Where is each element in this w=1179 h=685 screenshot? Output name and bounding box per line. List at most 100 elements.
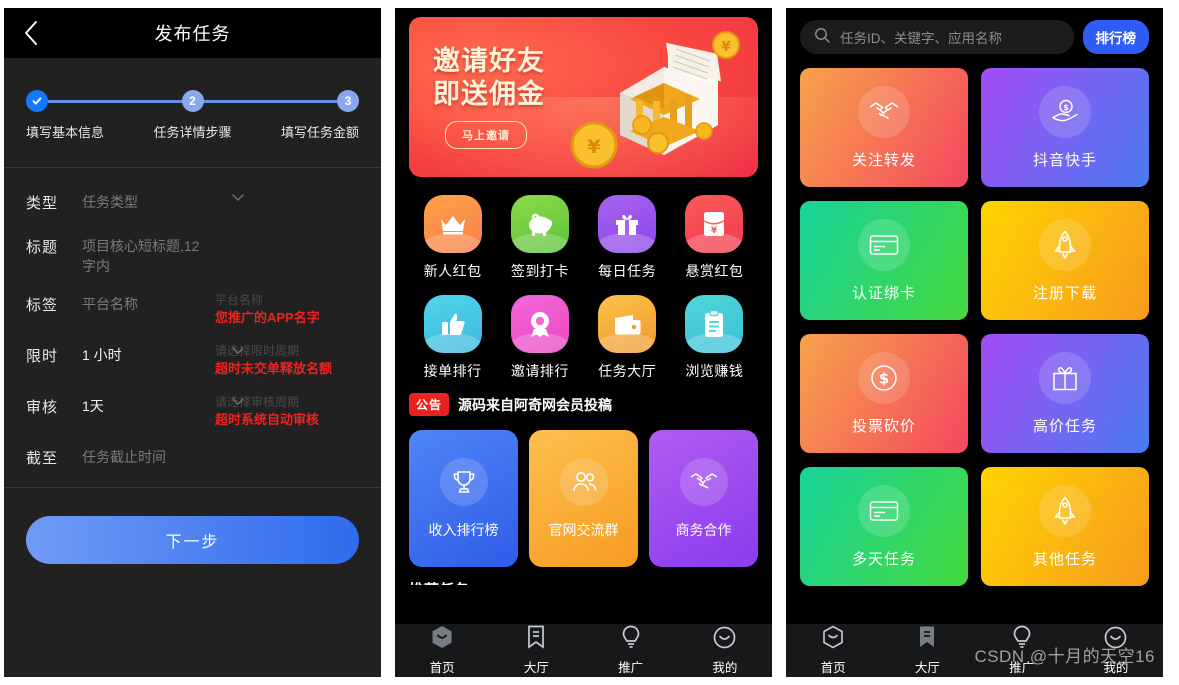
quick-entry-order-rank[interactable]: 接单排行 (409, 295, 496, 381)
tab-mine[interactable]: 我的 (1069, 626, 1163, 676)
tab-mine[interactable]: 我的 (678, 626, 772, 676)
quick-entry-label: 每日任务 (598, 263, 657, 279)
task-card-multi-day[interactable]: 多天任务 (800, 467, 968, 586)
banner-headline: 邀请好友 即送佣金 (433, 45, 545, 111)
quick-entry-bounty-red-packet[interactable]: ¥ 悬赏红包 (671, 195, 758, 281)
tab-label: 我的 (1103, 660, 1129, 675)
page-title: 发布任务 (154, 24, 231, 44)
field-label-type: 类型 (26, 195, 59, 212)
home-hex-icon (431, 625, 453, 654)
form-row-limit[interactable]: 限时 1 小时 请选择限时周期 超时未交单释放名额 (4, 331, 381, 382)
piggy-bank-icon (510, 195, 569, 253)
tab-label: 大厅 (914, 661, 940, 675)
announcement-bar[interactable]: 公告 源码来自阿奇网会员投稿 (395, 387, 772, 418)
hint-red-limit: 超时未交单释放名额 (215, 361, 333, 376)
rank-button[interactable]: 排行榜 (1082, 20, 1149, 54)
announcement-text: 源码来自阿奇网会员投稿 (458, 396, 613, 413)
task-card-label: 抖音快手 (1032, 151, 1097, 169)
step-dot-3[interactable]: 3 (337, 90, 359, 112)
task-hall-screen: 任务ID、关键字、应用名称 排行榜 关注转发 $ 抖音快手 认证绑卡 注册下载 … (786, 8, 1163, 677)
search-icon (814, 27, 830, 48)
task-card-follow-repost[interactable]: 关注转发 (800, 68, 968, 187)
svg-text:¥: ¥ (721, 40, 730, 55)
promo-card-label: 商务合作 (675, 521, 732, 538)
task-card-label: 其他任务 (1032, 550, 1097, 568)
step-dot-2[interactable]: 2 (181, 90, 204, 112)
bookmark-icon (526, 625, 546, 654)
form-row-deadline[interactable]: 截至 任务截止时间 (4, 433, 381, 477)
hint-red-review: 超时系统自动审核 (215, 412, 320, 427)
handshake-icon (679, 457, 728, 506)
task-card-other[interactable]: 其他任务 (981, 467, 1149, 586)
search-input[interactable]: 任务ID、关键字、应用名称 (800, 20, 1074, 54)
field-value-review: 1天 (82, 398, 104, 414)
quick-entry-new-red-packet[interactable]: 新人红包 (409, 195, 496, 281)
smiley-icon (1104, 626, 1127, 654)
field-value-tag[interactable]: 平台名称 (82, 296, 138, 312)
tab-label: 首页 (429, 661, 455, 675)
tab-label: 推广 (618, 661, 644, 675)
task-card-vote-bargain[interactable]: $ 投票砍价 (800, 334, 968, 453)
quick-entry-task-hall[interactable]: 任务大厅 (584, 295, 671, 381)
hint-gray-tag: 平台名称 (215, 293, 264, 307)
quick-entry-daily-task[interactable]: 每日任务 (584, 195, 671, 281)
promo-card-official-group[interactable]: 官网交流群 (529, 430, 638, 567)
form-row-review[interactable]: 审核 1天 请选择审核周期 超时系统自动审核 (4, 382, 381, 433)
field-hints-tag: 平台名称 您推广的APP名字 (211, 292, 359, 327)
tab-home[interactable]: 首页 (395, 625, 489, 676)
step-dot-1[interactable] (26, 90, 48, 112)
handshake-icon (858, 85, 910, 138)
tab-promote[interactable]: 推广 (975, 625, 1069, 676)
banner-cta-button[interactable]: 马上邀请 (445, 121, 527, 149)
task-card-label: 高价任务 (1032, 417, 1097, 435)
tab-promote[interactable]: 推广 (584, 625, 678, 676)
task-card-douyin-kuaishou[interactable]: $ 抖音快手 (981, 68, 1149, 187)
promo-card-label: 官网交流群 (548, 521, 619, 538)
task-card-verify-bind-card[interactable]: 认证绑卡 (800, 201, 968, 320)
promo-card-label: 收入排行榜 (428, 521, 499, 538)
form-row-tag[interactable]: 标签 平台名称 平台名称 您推广的APP名字 (4, 280, 381, 331)
publish-task-screen: 发布任务 2 3 填写基本信息 任务详情步骤 填写任务金额 类型 任务类型 标题… (4, 8, 381, 677)
field-value-deadline[interactable]: 任务截止时间 (82, 449, 166, 465)
smiley-icon (713, 626, 736, 654)
step-label-3: 填写任务金额 (280, 125, 359, 140)
invite-banner[interactable]: 邀请好友 即送佣金 马上邀请 ¥ ¥ (409, 17, 758, 177)
quick-entry-grid: 新人红包 签到打卡 每日任务 ¥ 悬赏红包 接单排行 邀请排行 任务大厅 浏览赚… (395, 177, 772, 387)
home-screen: 邀请好友 即送佣金 马上邀请 ¥ ¥ 新人红包 签到打卡 每日任务 ¥ 悬赏红包… (395, 8, 772, 677)
task-card-register-download[interactable]: 注册下载 (981, 201, 1149, 320)
chevron-down-icon[interactable] (232, 398, 244, 405)
quick-entry-browse-earn[interactable]: 浏览赚钱 (671, 295, 758, 381)
quick-entry-label: 新人红包 (423, 263, 482, 279)
hall-tabbar: 首页 大厅 推广 我的 (786, 623, 1163, 677)
task-card-label: 认证绑卡 (851, 284, 916, 302)
chevron-down-icon[interactable] (232, 194, 244, 201)
rocket-icon (1039, 484, 1091, 537)
form-row-type[interactable]: 类型 任务类型 (4, 178, 381, 222)
svg-text:$: $ (879, 369, 889, 387)
task-card-high-price[interactable]: 高价任务 (981, 334, 1149, 453)
field-value-limit: 1 小时 (82, 347, 122, 363)
task-card-label: 投票砍价 (851, 417, 916, 435)
clipboard-icon (685, 295, 744, 353)
screenshot-stage: 发布任务 2 3 填写基本信息 任务详情步骤 填写任务金额 类型 任务类型 标题… (0, 0, 1179, 685)
dollar-coin-icon: $ (858, 351, 910, 404)
tab-home[interactable]: 首页 (786, 625, 880, 676)
quick-entry-invite-rank[interactable]: 邀请排行 (496, 295, 583, 381)
promo-card-business[interactable]: 商务合作 (649, 430, 758, 567)
chevron-down-icon[interactable] (232, 347, 244, 354)
next-step-button[interactable]: 下一步 (26, 516, 359, 564)
banner-line-1: 邀请好友 (433, 46, 545, 76)
red-envelope-icon: ¥ (685, 195, 744, 253)
quick-entry-checkin[interactable]: 签到打卡 (496, 195, 583, 281)
banner-line-2: 即送佣金 (433, 79, 545, 109)
promo-card-income-rank[interactable]: 收入排行榜 (409, 430, 518, 567)
tab-hall[interactable]: 大厅 (880, 625, 974, 676)
form-row-title[interactable]: 标题 项目核心短标题,12字内 (4, 222, 381, 280)
field-value-title[interactable]: 项目核心短标题,12字内 (82, 238, 199, 274)
home-hex-icon (822, 625, 844, 654)
announcement-badge: 公告 (409, 393, 450, 416)
chevron-left-icon[interactable] (18, 20, 44, 46)
tab-hall[interactable]: 大厅 (489, 625, 583, 676)
quick-entry-label: 任务大厅 (598, 363, 657, 379)
quick-entry-label: 悬赏红包 (685, 263, 744, 279)
